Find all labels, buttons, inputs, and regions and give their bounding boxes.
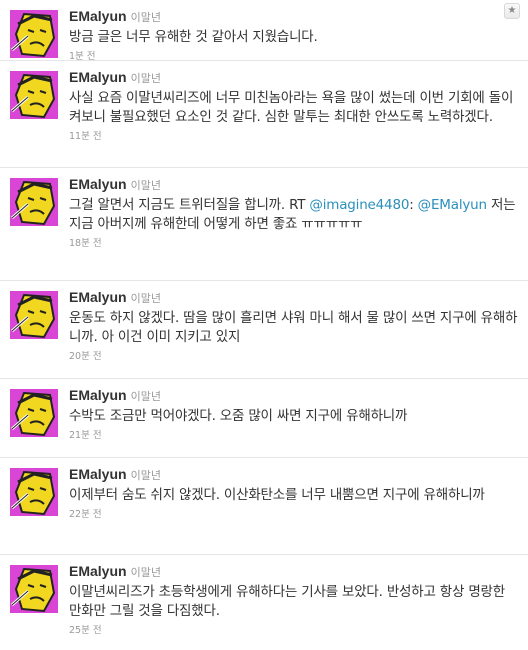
tweet-item[interactable]: EMalyun 이말년 운동도 하지 않겠다. 땀을 많이 흘리면 샤워 마니 해… bbox=[0, 281, 528, 379]
tweet-item[interactable]: EMalyun 이말년 사실 요즘 이말년씨리즈에 너무 미친놈아라는 욕을 많이… bbox=[0, 61, 528, 168]
tweet-item[interactable]: EMalyun 이말년 수박도 조금만 먹어야겠다. 오줌 많이 싸면 지구에 유… bbox=[0, 379, 528, 458]
real-name: 이말년 bbox=[130, 292, 161, 305]
real-name: 이말년 bbox=[130, 469, 161, 482]
real-name: 이말년 bbox=[130, 566, 161, 579]
screen-name[interactable]: EMalyun bbox=[69, 8, 127, 24]
avatar[interactable] bbox=[10, 178, 58, 226]
avatar[interactable] bbox=[10, 565, 58, 613]
tweet-header: EMalyun 이말년 bbox=[69, 69, 520, 87]
avatar[interactable] bbox=[10, 389, 58, 437]
tweet-text: 사실 요즘 이말년씨리즈에 너무 미친놈아라는 욕을 많이 썼는데 이번 기회에… bbox=[69, 90, 514, 125]
timestamp[interactable]: 21분 전 bbox=[69, 430, 520, 442]
screen-name[interactable]: EMalyun bbox=[69, 563, 127, 579]
tweet-header: EMalyun 이말년 bbox=[69, 8, 520, 26]
tweet-text: 방금 글은 너무 유해한 것 같아서 지웠습니다. bbox=[69, 29, 318, 45]
tweet-item[interactable]: EMalyun 이말년 방금 글은 너무 유해한 것 같아서 지웠습니다. 1분 … bbox=[0, 0, 528, 62]
tweet-timeline: EMalyun 이말년 방금 글은 너무 유해한 것 같아서 지웠습니다. 1분 … bbox=[0, 0, 528, 650]
tweet-text: 그걸 알면서 지금도 트위터질을 합니까. RT @imagine4480: @… bbox=[69, 196, 520, 234]
timestamp[interactable]: 11분 전 bbox=[69, 131, 520, 143]
timestamp[interactable]: 20분 전 bbox=[69, 351, 520, 363]
star-icon[interactable]: ★ bbox=[504, 3, 520, 19]
screen-name[interactable]: EMalyun bbox=[69, 387, 127, 403]
real-name: 이말년 bbox=[130, 72, 161, 85]
avatar[interactable] bbox=[10, 291, 58, 339]
tweet-text-part: : bbox=[409, 197, 418, 213]
tweet-header: EMalyun 이말년 bbox=[69, 387, 520, 405]
timestamp[interactable]: 22분 전 bbox=[69, 509, 520, 521]
tweet-header: EMalyun 이말년 bbox=[69, 466, 520, 484]
timestamp[interactable]: 25분 전 bbox=[69, 625, 520, 637]
tweet-text: 수박도 조금만 먹어야겠다. 오줌 많이 싸면 지구에 유해하니까 bbox=[69, 408, 408, 424]
screen-name[interactable]: EMalyun bbox=[69, 176, 127, 192]
real-name: 이말년 bbox=[130, 11, 161, 24]
avatar[interactable] bbox=[10, 10, 58, 58]
tweet-text: 운동도 하지 않겠다. 땀을 많이 흘리면 샤워 마니 해서 물 많이 쓰면 지… bbox=[69, 310, 518, 345]
tweet-header: EMalyun 이말년 bbox=[69, 176, 520, 194]
screen-name[interactable]: EMalyun bbox=[69, 69, 127, 85]
real-name: 이말년 bbox=[130, 390, 161, 403]
mention-link[interactable]: @EMalyun bbox=[418, 197, 487, 213]
tweet-header: EMalyun 이말년 bbox=[69, 289, 520, 307]
timestamp[interactable]: 18분 전 bbox=[69, 238, 520, 250]
screen-name[interactable]: EMalyun bbox=[69, 466, 127, 482]
tweet-header: EMalyun 이말년 bbox=[69, 563, 520, 581]
tweet-text: 이제부터 숨도 쉬지 않겠다. 이산화탄소를 너무 내뿜으면 지구에 유해하니까 bbox=[69, 487, 485, 503]
tweet-text: 이말년씨리즈가 초등학생에게 유해하다는 기사를 보았다. 반성하고 항상 명랑… bbox=[69, 584, 505, 619]
avatar[interactable] bbox=[10, 71, 58, 119]
avatar[interactable] bbox=[10, 468, 58, 516]
tweet-text-part: 그걸 알면서 지금도 트위터질을 합니까. RT bbox=[69, 197, 310, 213]
tweet-item[interactable]: EMalyun 이말년 이말년씨리즈가 초등학생에게 유해하다는 기사를 보았다.… bbox=[0, 555, 528, 650]
tweet-item[interactable]: EMalyun 이말년 그걸 알면서 지금도 트위터질을 합니까. RT @ima… bbox=[0, 168, 528, 281]
tweet-item[interactable]: EMalyun 이말년 이제부터 숨도 쉬지 않겠다. 이산화탄소를 너무 내뿜으… bbox=[0, 458, 528, 555]
mention-link[interactable]: @imagine4480 bbox=[309, 197, 409, 213]
real-name: 이말년 bbox=[130, 179, 161, 192]
screen-name[interactable]: EMalyun bbox=[69, 289, 127, 305]
